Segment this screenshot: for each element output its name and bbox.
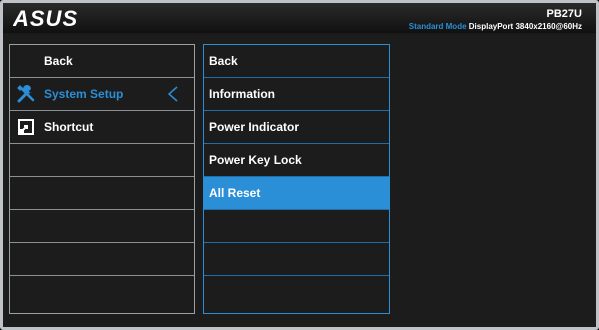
left-menu-back[interactable]: Back — [10, 45, 194, 78]
left-menu-shortcut[interactable]: Shortcut — [10, 111, 194, 144]
left-menu-empty-row — [10, 144, 194, 177]
sub-menu-empty-row — [204, 210, 389, 243]
asus-logo: ASUS — [13, 8, 78, 30]
sub-menu-empty-row — [204, 276, 389, 309]
sub-menu-back-label: Back — [209, 54, 238, 68]
sub-menu-all-reset[interactable]: All Reset — [204, 177, 389, 210]
wrench-screwdriver-icon — [17, 85, 35, 103]
logo-text: ASUS — [13, 8, 78, 30]
sub-menu-information-label: Information — [209, 87, 275, 101]
sub-menu-back[interactable]: Back — [204, 45, 389, 78]
sub-menu-power-indicator[interactable]: Power Indicator — [204, 111, 389, 144]
sub-menu-empty-row — [204, 243, 389, 276]
osd-body: Back System Setup Shortcut Back Informat… — [3, 34, 596, 327]
sub-menu-power-indicator-label: Power Indicator — [209, 120, 300, 134]
left-menu-empty-row — [10, 243, 194, 276]
left-menu-back-label: Back — [44, 54, 73, 68]
left-menu-system-setup-label: System Setup — [44, 87, 124, 101]
resolution: 3840x2160@60Hz — [515, 22, 582, 31]
osd-header: ASUS PB27U Standard Mode DisplayPort 384… — [3, 3, 596, 33]
chevron-left-icon — [167, 86, 178, 102]
left-menu-empty-row — [10, 276, 194, 309]
shortcut-icon — [18, 119, 34, 135]
left-menu-system-setup[interactable]: System Setup — [10, 78, 194, 111]
left-menu-empty-row — [10, 177, 194, 210]
model-name: PB27U — [546, 8, 582, 20]
sub-menu-information[interactable]: Information — [204, 78, 389, 111]
input-source: DisplayPort — [468, 22, 514, 31]
sub-menu-panel: Back Information Power Indicator Power K… — [203, 44, 390, 314]
display-mode: Standard Mode — [408, 22, 467, 31]
left-menu-shortcut-label: Shortcut — [44, 120, 94, 134]
main-menu-panel: Back System Setup Shortcut — [9, 44, 195, 314]
osd-menu: ASUS PB27U Standard Mode DisplayPort 384… — [0, 0, 599, 330]
sub-menu-power-key-lock[interactable]: Power Key Lock — [204, 144, 389, 177]
sub-menu-all-reset-label: All Reset — [209, 186, 261, 200]
left-menu-empty-row — [10, 210, 194, 243]
status-line: Standard Mode DisplayPort 3840x2160@60Hz — [409, 22, 582, 31]
sub-menu-power-key-lock-label: Power Key Lock — [209, 153, 302, 167]
